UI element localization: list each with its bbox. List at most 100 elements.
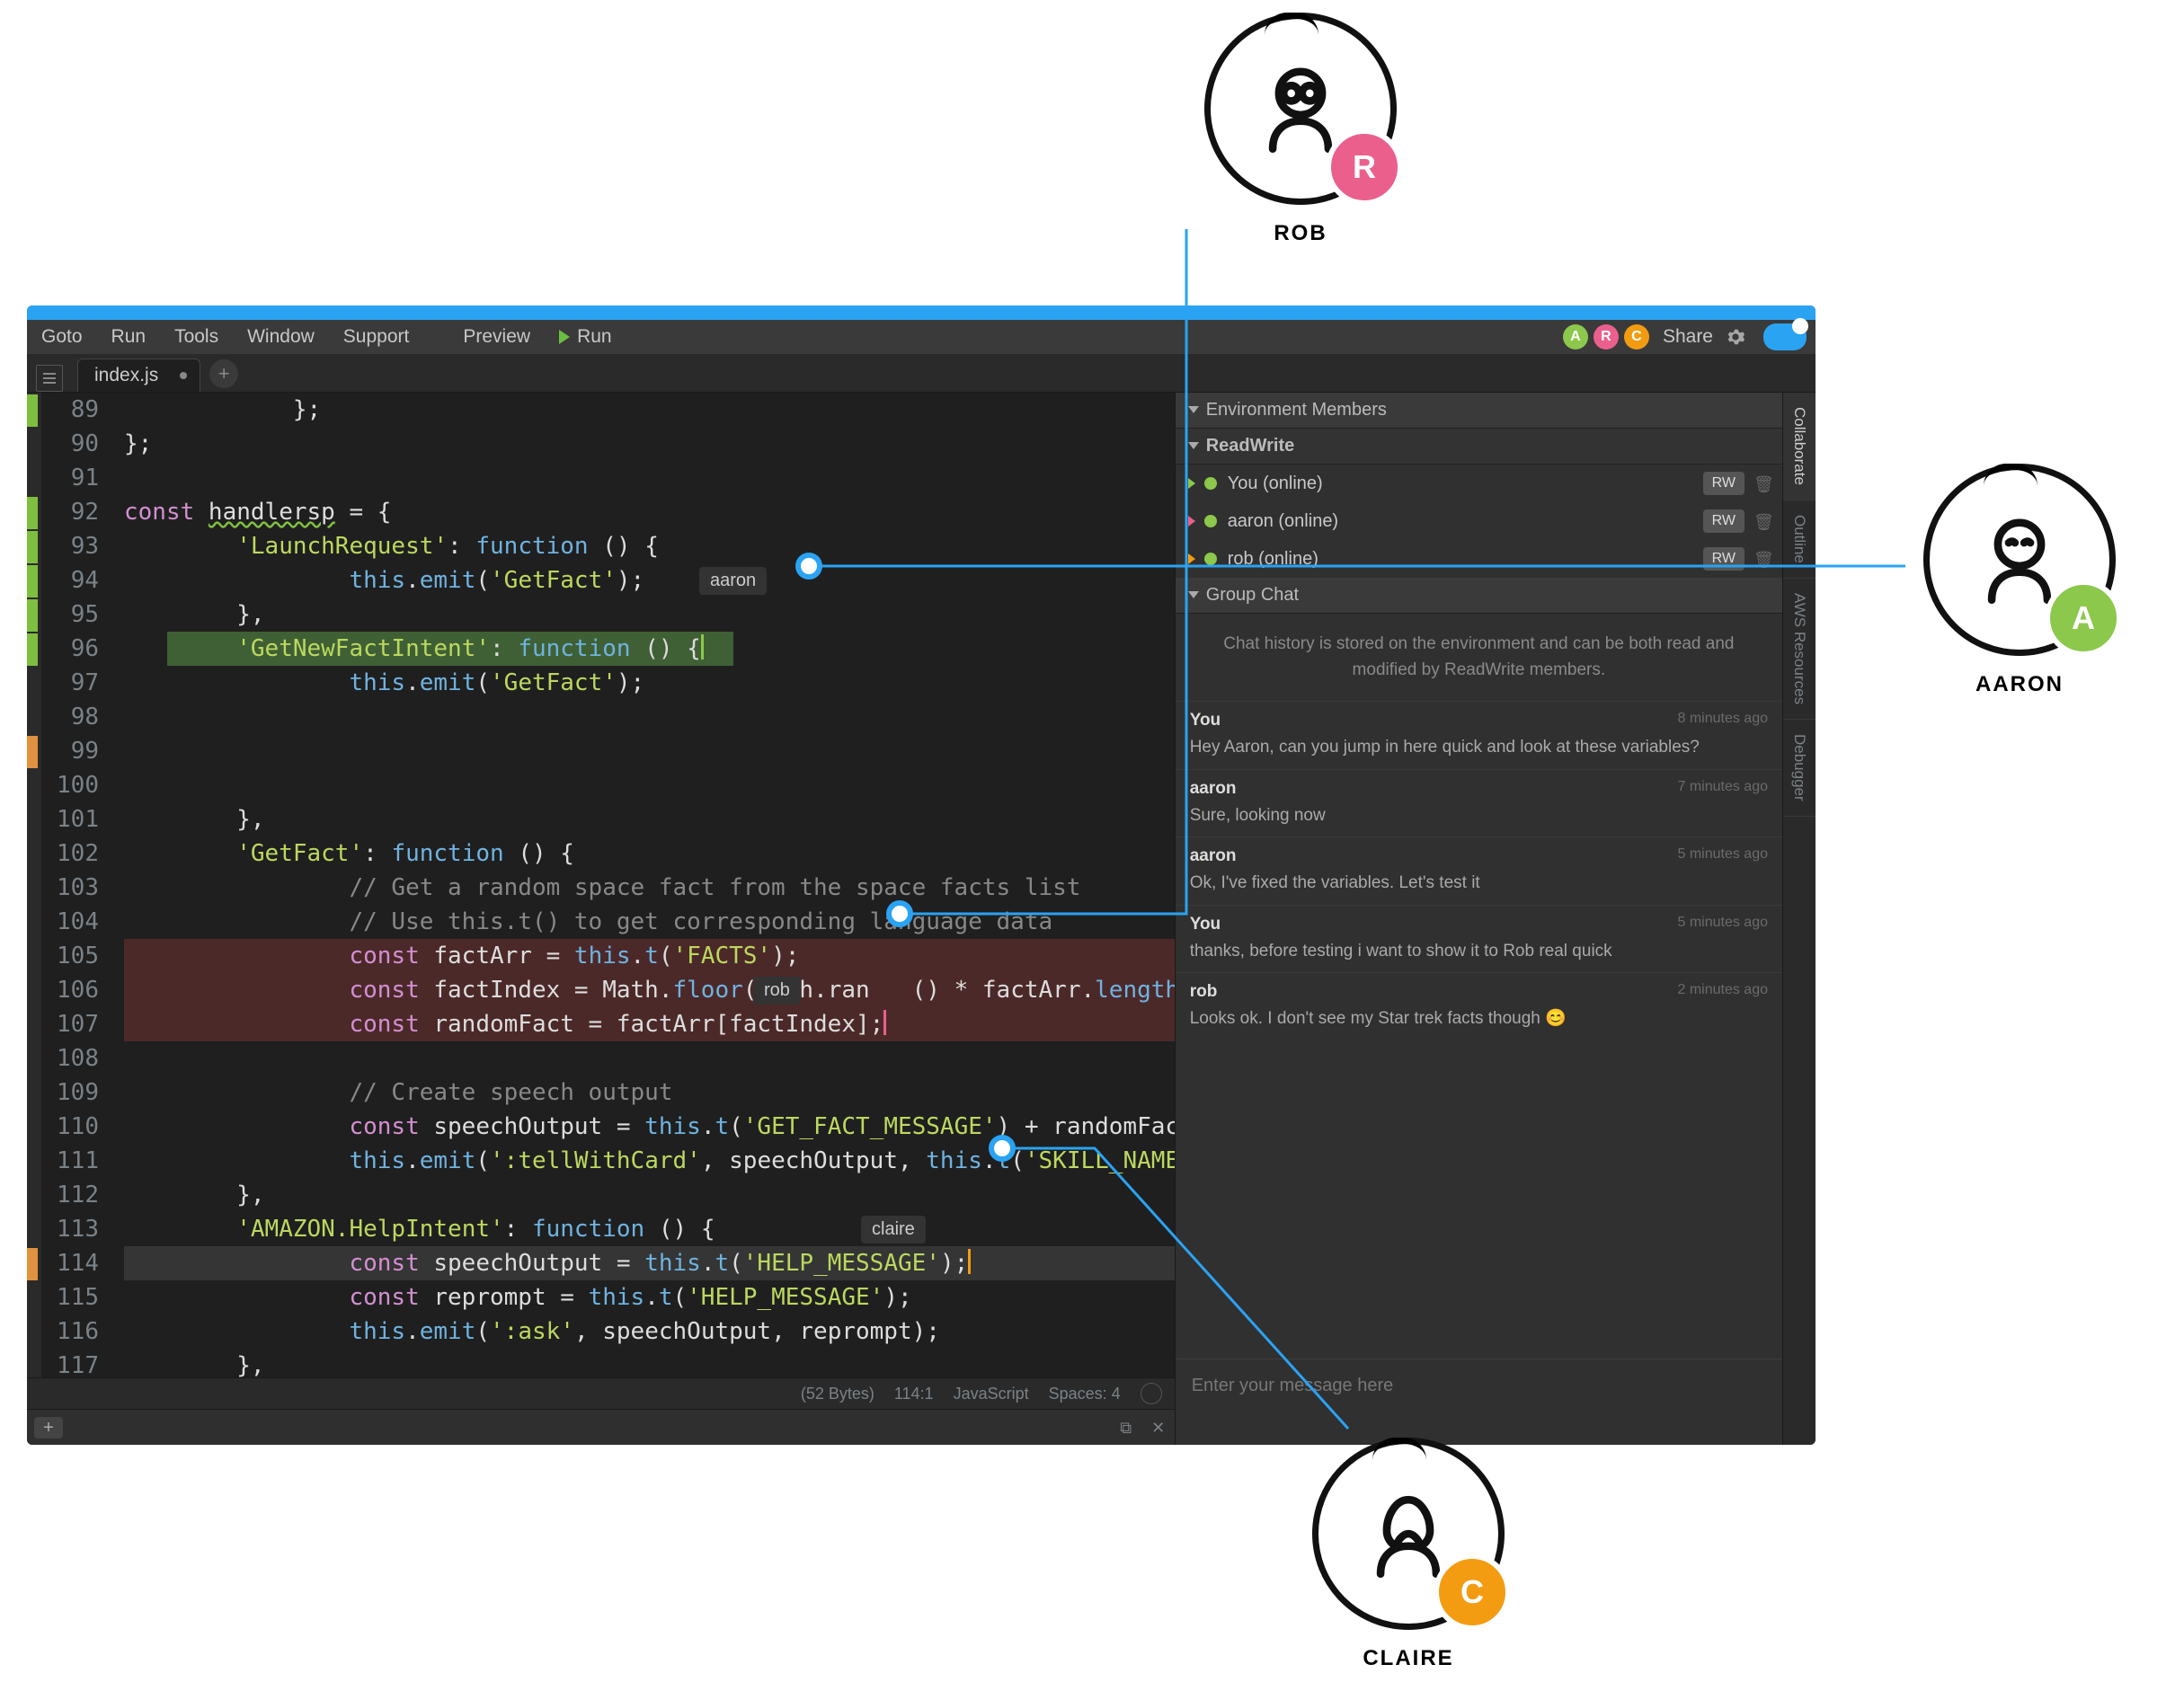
- msg-text: thanks, before testing i want to show it…: [1190, 940, 1768, 964]
- persona-claire: C CLAIRE: [1312, 1438, 1505, 1671]
- main-menu: GotoRunToolsWindowSupport Preview Run AR…: [27, 320, 1816, 354]
- line-number: 114: [41, 1246, 111, 1280]
- chat-message: You5 minutes agothanks, before testing i…: [1176, 905, 1782, 973]
- line-number: 93: [41, 529, 111, 563]
- panel-toggle-icon[interactable]: [36, 365, 63, 392]
- readwrite-header[interactable]: ReadWrite: [1176, 429, 1782, 465]
- member-row[interactable]: aaron (online)RW 🗑: [1176, 502, 1782, 540]
- line-number: 106: [41, 973, 111, 1007]
- close-panel-icon[interactable]: ✕: [1148, 1417, 1169, 1439]
- line-number: 117: [41, 1349, 111, 1377]
- msg-text: Ok, I've fixed the variables. Let's test…: [1190, 872, 1768, 896]
- trash-icon[interactable]: 🗑: [1753, 475, 1770, 491]
- add-terminal-button[interactable]: +: [34, 1417, 63, 1439]
- remote-cursor-label: aaron: [699, 567, 767, 595]
- collaborator-avatar[interactable]: R: [1594, 324, 1619, 350]
- code-line: const randomFact = factArr[factIndex];: [124, 1007, 1175, 1041]
- maximize-icon[interactable]: ⧉: [1115, 1417, 1137, 1439]
- msg-time: 5 minutes ago: [1677, 846, 1768, 863]
- persona-name: ROB: [1204, 221, 1397, 246]
- code-line: // Create speech output: [124, 1076, 1175, 1110]
- persona-name: AARON: [1923, 672, 2116, 697]
- msg-time: 5 minutes ago: [1677, 915, 1768, 931]
- menu-window[interactable]: Window: [233, 326, 329, 348]
- preview-button[interactable]: Preview: [448, 326, 545, 348]
- code-line: [124, 700, 1175, 734]
- trash-icon[interactable]: 🗑: [1753, 551, 1770, 567]
- line-number: 98: [41, 700, 111, 734]
- code-line: const speechOutput = this.t('HELP_MESSAG…: [124, 1246, 1175, 1280]
- gutter-mark: [27, 497, 38, 529]
- editor-status-bar: (52 Bytes) 114:1 JavaScript Spaces: 4: [27, 1377, 1175, 1409]
- line-number: 112: [41, 1178, 111, 1212]
- line-number: 109: [41, 1076, 111, 1110]
- chat-input[interactable]: Enter your message here: [1176, 1359, 1782, 1445]
- code-line: 'LaunchRequest': function () {: [124, 529, 1175, 563]
- trash-icon[interactable]: 🗑: [1753, 513, 1770, 529]
- code-line: [124, 768, 1175, 802]
- chat-message: aaron5 minutes agoOk, I've fixed the var…: [1176, 837, 1782, 905]
- collaborate-panel: Environment Members ReadWrite You (onlin…: [1175, 393, 1782, 1445]
- editor-tab[interactable]: index.js: [77, 359, 200, 392]
- line-number: 115: [41, 1280, 111, 1315]
- code-line: this.emit(':ask', speechOutput, reprompt…: [124, 1315, 1175, 1349]
- line-number: 107: [41, 1007, 111, 1041]
- share-button[interactable]: Share: [1663, 326, 1713, 348]
- member-name: aaron (online): [1228, 511, 1703, 532]
- gutter-mark: [27, 1248, 38, 1280]
- menu-tools[interactable]: Tools: [160, 326, 233, 348]
- chat-panel-header[interactable]: Group Chat: [1176, 578, 1782, 614]
- line-number: 113: [41, 1212, 111, 1246]
- avatar-badge: R: [1326, 128, 1403, 206]
- avatar-ring: C: [1312, 1438, 1505, 1630]
- gear-icon[interactable]: [1724, 325, 1747, 349]
- line-number: 92: [41, 495, 111, 529]
- menu-goto[interactable]: Goto: [27, 326, 97, 348]
- code-editor[interactable]: 8990919293949596979899100101102103104105…: [27, 393, 1175, 1445]
- member-row[interactable]: rob (online)RW🗑: [1176, 540, 1782, 578]
- permission-badge[interactable]: RW: [1703, 472, 1745, 495]
- permission-badge[interactable]: RW: [1703, 509, 1745, 533]
- status-position: 114:1: [894, 1385, 934, 1403]
- line-number: 89: [41, 393, 111, 427]
- menu-run[interactable]: Run: [97, 326, 161, 348]
- code-line: const handlersp = {: [124, 495, 1175, 529]
- line-number: 105: [41, 939, 111, 973]
- member-row[interactable]: You (online)RW🗑: [1176, 465, 1782, 502]
- side-tab-aws-resources[interactable]: AWS Resources: [1783, 579, 1816, 720]
- permission-badge[interactable]: RW: [1703, 547, 1745, 571]
- code-line: [124, 461, 1175, 495]
- gutter-mark: [27, 531, 38, 563]
- gutter-mark: [27, 565, 38, 598]
- line-number: 99: [41, 734, 111, 768]
- code-line: this.emit('GetFact');: [124, 563, 1175, 598]
- ide-window: GotoRunToolsWindowSupport Preview Run AR…: [27, 305, 1816, 1445]
- status-language[interactable]: JavaScript: [954, 1385, 1029, 1403]
- code-line: [124, 734, 1175, 768]
- code-line: [124, 1041, 1175, 1076]
- msg-time: 7 minutes ago: [1677, 779, 1768, 795]
- status-spaces[interactable]: Spaces: 4: [1049, 1385, 1121, 1403]
- side-tab-outline[interactable]: Outline: [1783, 500, 1816, 579]
- msg-time: 8 minutes ago: [1677, 711, 1768, 727]
- run-button[interactable]: Run: [545, 326, 626, 348]
- avatar-badge: C: [1434, 1554, 1511, 1631]
- persona-name: CLAIRE: [1312, 1646, 1505, 1671]
- status-gear-icon[interactable]: [1141, 1383, 1162, 1404]
- persona-aaron: A AARON: [1923, 464, 2116, 697]
- code-line: };: [124, 427, 1175, 461]
- side-tab-collaborate[interactable]: Collaborate: [1783, 393, 1816, 500]
- line-number: 95: [41, 598, 111, 632]
- cloud-icon[interactable]: [1763, 323, 1807, 350]
- add-tab-button[interactable]: +: [209, 359, 238, 388]
- chat-message: You8 minutes agoHey Aaron, can you jump …: [1176, 701, 1782, 769]
- menu-support[interactable]: Support: [329, 326, 424, 348]
- members-panel-header[interactable]: Environment Members: [1176, 393, 1782, 429]
- code-line: 'GetNewFactIntent': function () {: [124, 632, 1175, 666]
- gutter-mark: [27, 394, 38, 427]
- collaborator-avatar[interactable]: C: [1624, 324, 1649, 350]
- side-tab-debugger[interactable]: Debugger: [1783, 720, 1816, 817]
- line-number: 101: [41, 802, 111, 837]
- collaborator-avatar[interactable]: A: [1563, 324, 1588, 350]
- status-bytes: (52 Bytes): [801, 1385, 874, 1403]
